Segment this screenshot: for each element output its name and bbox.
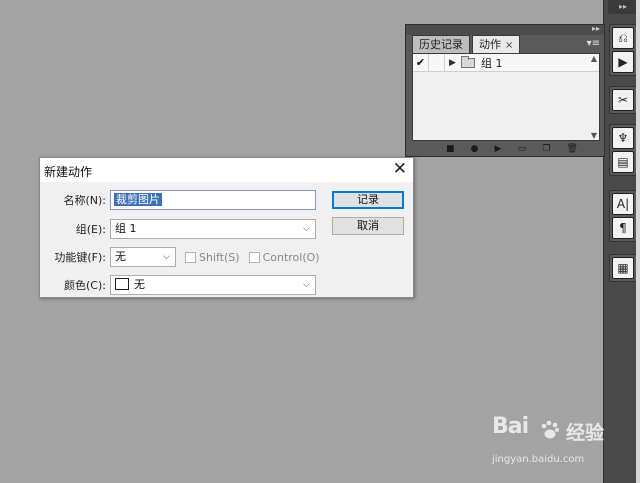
record-icon[interactable]: ● <box>471 142 479 156</box>
group-label: 组(E): <box>75 223 106 236</box>
name-row: 名称(N): 裁剪图片 <box>40 190 316 210</box>
function-key-label: 功能键(F): <box>54 251 106 264</box>
name-input-value: 裁剪图片 <box>114 193 162 206</box>
tab-actions[interactable]: 动作 × <box>472 35 521 53</box>
color-select-value: 无 <box>134 278 145 291</box>
record-button[interactable]: 记录 <box>332 191 404 209</box>
actions-play-icon[interactable]: ▶ <box>612 51 634 73</box>
panel-menu-icon[interactable]: ▾≡ <box>587 38 600 49</box>
notes-icon[interactable]: ▦ <box>612 257 634 279</box>
list-item[interactable]: ✔ ▶ 组 1 <box>413 53 599 72</box>
character-icon[interactable]: A| <box>612 193 634 215</box>
dialog-toggle-checkbox[interactable] <box>429 53 445 72</box>
new-set-folder-icon[interactable]: ▭ <box>518 142 527 156</box>
panel-header: ▸▸ <box>406 24 604 35</box>
expand-triangle-icon[interactable]: ▶ <box>449 58 461 68</box>
new-action-dialog: 新建动作 ✕ 名称(N): 裁剪图片 组(E): 组 1 ⌵ 功能键(F): 无… <box>39 157 414 298</box>
paw-logo-icon <box>541 420 559 439</box>
function-key-select[interactable]: 无 ⌵ <box>110 247 176 267</box>
paragraph-icon[interactable]: ¶ <box>612 217 634 239</box>
collapse-grip-icon[interactable]: ▸▸ <box>608 0 638 14</box>
control-checkbox-box[interactable] <box>248 251 260 263</box>
new-action-icon[interactable]: ❐ <box>542 142 550 156</box>
tool-group-tools: ✂ <box>609 86 637 114</box>
control-checkbox[interactable]: Control(O) <box>248 250 320 264</box>
shift-checkbox[interactable]: Shift(S) <box>185 251 240 264</box>
toggle-item-checkbox[interactable]: ✔ <box>413 53 429 72</box>
history-brush-icon[interactable]: ⎌ <box>612 27 634 49</box>
tool-group-history: ⎌ ▶ <box>609 24 637 76</box>
shift-checkbox-box[interactable] <box>185 251 196 263</box>
tool-strip: ▸▸ ⎌ ▶ ✂ ♆ ▤ A| ¶ ▦ <box>603 0 640 483</box>
chevron-down-icon: ⌵ <box>303 224 310 234</box>
dialog-titlebar: 新建动作 ✕ <box>40 158 413 182</box>
collapse-icon[interactable]: ▸▸ <box>592 24 600 33</box>
shift-label: Shift(S) <box>199 250 240 264</box>
function-key-row: 功能键(F): 无 ⌵ Shift(S) Control(O) <box>40 247 320 267</box>
dialog-title: 新建动作 <box>44 165 93 179</box>
watermark-jingyan: 经验 <box>566 422 605 444</box>
stop-icon[interactable]: ■ <box>446 142 455 156</box>
chevron-down-icon: ⌵ <box>163 252 170 262</box>
control-label: Control(O) <box>262 250 320 264</box>
group-select-value: 组 1 <box>115 222 137 235</box>
group-row: 组(E): 组 1 ⌵ <box>40 219 316 239</box>
tool-group-brushes: ♆ ▤ <box>609 124 637 176</box>
tool-presets-icon[interactable]: ✂ <box>612 89 634 111</box>
color-label: 颜色(C): <box>64 279 106 292</box>
baidu-watermark: Bai 经验 jingyan.baidu.com <box>492 414 612 472</box>
play-icon[interactable]: ▶ <box>495 142 502 156</box>
tool-group-type: A| ¶ <box>609 190 637 242</box>
name-label: 名称(N): <box>63 194 106 207</box>
watermark-brand: Bai <box>492 414 529 439</box>
color-select[interactable]: 无 ⌵ <box>110 275 316 295</box>
tab-history[interactable]: 历史记录 <box>412 35 470 53</box>
window-edge <box>636 0 640 483</box>
action-set-label: 组 1 <box>481 56 503 70</box>
panel-footer: ■ ● ▶ ▭ ❐ 🗑 <box>412 142 600 156</box>
tool-group-notes: ▦ <box>609 254 637 282</box>
function-key-value: 无 <box>115 250 126 263</box>
close-icon[interactable]: × <box>505 40 513 51</box>
actions-panel: ▸▸ 历史记录 动作 × ▾≡ ✔ ▶ 组 1 ▲ ▼ ■ ● ▶ ▭ ❐ 🗑 <box>405 24 605 157</box>
name-input[interactable]: 裁剪图片 <box>110 190 316 210</box>
clone-source-icon[interactable]: ▤ <box>612 151 634 173</box>
folder-icon <box>461 55 475 68</box>
panel-tabs: 历史记录 动作 × ▾≡ <box>406 35 604 53</box>
brush-icon[interactable]: ♆ <box>612 127 634 149</box>
cancel-button[interactable]: 取消 <box>332 217 404 235</box>
close-icon[interactable]: ✕ <box>393 159 407 179</box>
color-swatch <box>115 278 129 290</box>
tab-actions-label: 动作 <box>479 38 501 51</box>
tab-history-label: 历史记录 <box>419 38 463 51</box>
group-select[interactable]: 组 1 ⌵ <box>110 219 316 239</box>
scroll-up-icon[interactable]: ▲ <box>591 54 597 63</box>
watermark-url: jingyan.baidu.com <box>492 454 585 465</box>
scroll-down-icon[interactable]: ▼ <box>591 131 597 140</box>
actions-list: ✔ ▶ 组 1 ▲ ▼ <box>412 53 600 141</box>
trash-icon[interactable]: 🗑 <box>567 142 578 156</box>
color-row: 颜色(C): 无 ⌵ <box>40 275 316 295</box>
chevron-down-icon: ⌵ <box>303 280 310 290</box>
